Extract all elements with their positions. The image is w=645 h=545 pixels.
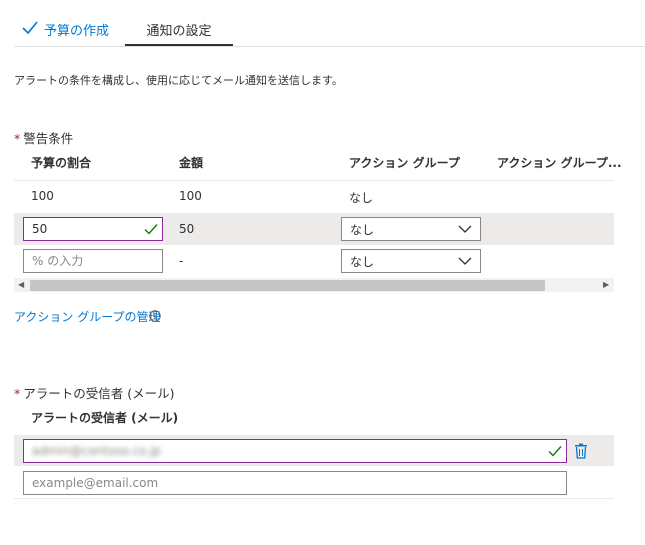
row-divider — [14, 498, 614, 499]
info-icon[interactable] — [149, 310, 161, 322]
manage-action-groups-link[interactable]: アクション グループの管理 — [14, 308, 161, 325]
select-value: なし — [350, 222, 375, 237]
row-amount: 100 — [179, 189, 202, 203]
checkmark-icon — [144, 224, 158, 235]
required-mark: * — [14, 131, 21, 146]
column-header-amount: 金額 — [179, 156, 204, 170]
chevron-down-icon — [458, 257, 472, 265]
recipients-label: * アラートの受信者 (メール) — [14, 383, 174, 402]
column-header-action-group: アクション グループ — [349, 156, 460, 170]
tab-label: 通知の設定 — [146, 24, 212, 39]
percent-input[interactable] — [23, 249, 163, 273]
action-group-select[interactable]: なし — [341, 217, 481, 241]
row-action-group: なし — [349, 191, 374, 205]
required-mark: * — [14, 386, 21, 401]
scroll-right-icon[interactable]: ▶ — [603, 280, 609, 289]
column-header-recipients: アラートの受信者 (メール) — [31, 411, 179, 425]
column-header-action-group-2: アクション グループ... — [497, 156, 622, 170]
row-amount: 50 — [179, 222, 195, 236]
recipient-email-input[interactable]: admin@contoso.co.jp — [23, 439, 567, 463]
tab-create-budget[interactable]: 予算の作成 — [22, 20, 109, 46]
trash-icon[interactable] — [574, 443, 588, 459]
select-value: なし — [350, 254, 375, 269]
new-recipient-email-input[interactable] — [23, 471, 567, 495]
checkmark-icon — [22, 21, 38, 35]
column-header-percent: 予算の割合 — [31, 156, 92, 170]
tabs-divider — [14, 46, 645, 47]
row-amount: - — [179, 254, 184, 268]
checkmark-icon — [548, 446, 562, 457]
alert-conditions-label: * 警告条件 — [14, 128, 73, 147]
scrollbar-thumb[interactable] — [30, 280, 545, 291]
recipients-title: アラートの受信者 (メール) — [23, 386, 175, 401]
alert-conditions-title: 警告条件 — [23, 131, 74, 146]
tab-notification-settings[interactable]: 通知の設定 — [125, 20, 233, 46]
table-row — [14, 181, 614, 213]
percent-input[interactable] — [23, 217, 163, 241]
page-description: アラートの条件を構成し、使用に応じてメール通知を送信します。 — [14, 74, 343, 87]
chevron-down-icon — [458, 225, 472, 233]
row-percent: 100 — [31, 189, 54, 203]
action-group-select[interactable]: なし — [341, 249, 481, 273]
tab-label: 予算の作成 — [44, 24, 110, 39]
scroll-left-icon[interactable]: ◀ — [18, 280, 24, 289]
email-value: admin@contoso.co.jp — [32, 444, 161, 458]
